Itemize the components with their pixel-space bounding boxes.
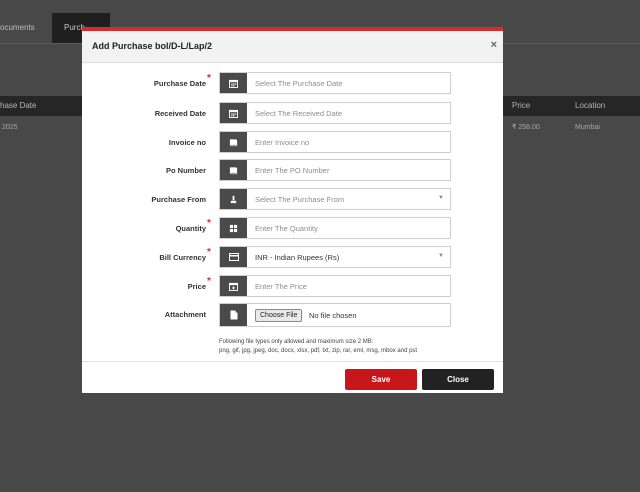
bg-th-price: Price bbox=[512, 101, 531, 110]
hint-line-2: png, gif, jpg, jpeg, doc, docx, xlsx, pd… bbox=[219, 348, 418, 354]
calendar-icon bbox=[220, 73, 247, 93]
close-button[interactable]: Close bbox=[422, 369, 494, 390]
received-date-label: Received Date bbox=[154, 109, 206, 118]
modal-footer: Save Close bbox=[82, 361, 503, 397]
price-input[interactable]: Enter The Price bbox=[219, 275, 451, 297]
bg-td-location: Mumbai bbox=[575, 124, 600, 131]
purchase-date-label: Purchase Date bbox=[153, 79, 206, 88]
po-number-placeholder: Enter The PO Number bbox=[255, 166, 330, 175]
invoice-no-label: Invoice no bbox=[168, 138, 206, 147]
purchase-from-select[interactable]: Select The Purchase From ▼ bbox=[219, 188, 451, 210]
bg-td-price: ₹ 258.00 bbox=[512, 124, 540, 131]
purchase-date-placeholder: Select The Purchase Date bbox=[255, 79, 343, 88]
chevron-down-icon: ▼ bbox=[438, 195, 444, 201]
bg-tab-documents: ocuments bbox=[0, 23, 35, 32]
invoice-no-placeholder: Enter Invoice no bbox=[255, 138, 310, 147]
po-number-label: Po Number bbox=[165, 166, 206, 175]
purchase-from-row: Purchase From Select The Purchase From ▼ bbox=[82, 188, 503, 210]
price-label: Price bbox=[187, 282, 206, 291]
required-marker: * bbox=[207, 218, 211, 229]
add-purchase-modal: Add Purchase bol/D-L/Lap/2 × Purchase Da… bbox=[82, 27, 503, 393]
bg-th-purchase-date: hase Date bbox=[0, 101, 37, 110]
purchase-from-label: Purchase From bbox=[151, 195, 206, 204]
price-placeholder: Enter The Price bbox=[255, 282, 307, 291]
bg-th-location: Location bbox=[575, 101, 606, 110]
quantity-placeholder: Enter The Quantity bbox=[255, 224, 318, 233]
user-icon bbox=[220, 189, 247, 209]
po-number-row: Po Number Enter The PO Number bbox=[82, 159, 503, 181]
quantity-row: Quantity * Enter The Quantity bbox=[82, 217, 503, 239]
purchase-from-placeholder: Select The Purchase From bbox=[255, 195, 345, 204]
bg-td-date: 2025 bbox=[2, 124, 18, 131]
invoice-no-row: Invoice no Enter Invoice no bbox=[82, 131, 503, 153]
price-row: Price * Enter The Price bbox=[82, 275, 503, 297]
attachment-file-input: Choose File No file chosen bbox=[219, 303, 451, 327]
file-icon bbox=[220, 304, 247, 326]
attachment-label: Attachment bbox=[164, 310, 206, 319]
modal-title: Add Purchase bol/D-L/Lap/2 bbox=[92, 41, 213, 51]
purchase-date-row: Purchase Date * Select The Purchase Date bbox=[82, 72, 503, 94]
book-icon bbox=[220, 160, 247, 180]
card-icon bbox=[220, 247, 247, 267]
attachment-row: Attachment Choose File No file chosen bbox=[82, 303, 503, 327]
book-icon bbox=[220, 132, 247, 152]
invoice-no-input[interactable]: Enter Invoice no bbox=[219, 131, 451, 153]
purchase-date-input[interactable]: Select The Purchase Date bbox=[219, 72, 451, 94]
po-number-input[interactable]: Enter The PO Number bbox=[219, 159, 451, 181]
required-marker: * bbox=[207, 247, 211, 258]
close-icon[interactable]: × bbox=[491, 39, 497, 51]
save-button[interactable]: Save bbox=[345, 369, 417, 390]
calendar-icon bbox=[220, 103, 247, 123]
grid-icon bbox=[220, 218, 247, 238]
file-type-hint: Following file types only allowed and ma… bbox=[219, 338, 489, 356]
quantity-label: Quantity bbox=[175, 224, 206, 233]
bill-currency-label: Bill Currency bbox=[159, 253, 206, 262]
bill-currency-value: INR - Indian Rupees (Rs) bbox=[255, 253, 340, 262]
quantity-input[interactable]: Enter The Quantity bbox=[219, 217, 451, 239]
received-date-row: Received Date Select The Received Date bbox=[82, 102, 503, 124]
required-marker: * bbox=[207, 276, 211, 287]
required-marker: * bbox=[207, 73, 211, 84]
choose-file-button[interactable]: Choose File bbox=[255, 309, 303, 322]
bill-currency-row: Bill Currency * INR - Indian Rupees (Rs)… bbox=[82, 246, 503, 268]
calendar-plus-icon bbox=[220, 276, 247, 296]
received-date-input[interactable]: Select The Received Date bbox=[219, 102, 451, 124]
chevron-down-icon: ▼ bbox=[438, 253, 444, 259]
received-date-placeholder: Select The Received Date bbox=[255, 109, 342, 118]
file-status-text: No file chosen bbox=[309, 311, 357, 320]
bill-currency-select[interactable]: INR - Indian Rupees (Rs) ▼ bbox=[219, 246, 451, 268]
hint-line-1: Following file types only allowed and ma… bbox=[219, 339, 374, 345]
modal-header: Add Purchase bol/D-L/Lap/2 × bbox=[82, 31, 503, 63]
